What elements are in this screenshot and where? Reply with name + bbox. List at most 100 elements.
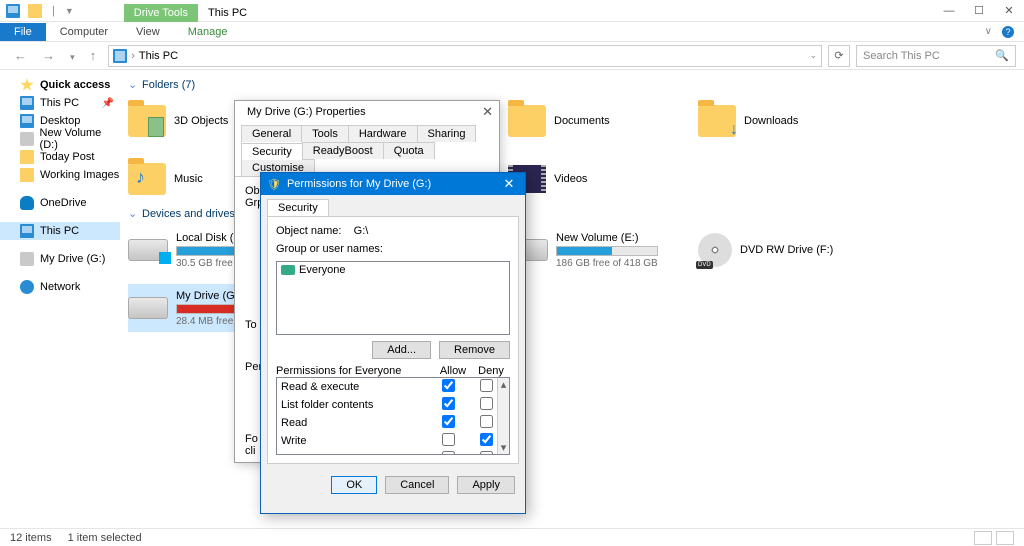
view-large-icons-button[interactable] — [996, 531, 1014, 545]
breadcrumb[interactable]: This PC — [139, 50, 178, 62]
deny-checkbox[interactable] — [480, 433, 493, 446]
chevron-right-icon[interactable]: › — [131, 50, 135, 62]
drive-icon — [128, 297, 168, 319]
remove-button[interactable]: Remove — [439, 341, 510, 359]
tab-security[interactable]: Security — [267, 199, 329, 216]
tab-file[interactable]: File — [0, 23, 46, 41]
navigation-pane: Quick access This PC📌 Desktop New Volume… — [0, 70, 120, 528]
maximize-button[interactable]: ☐ — [964, 0, 994, 22]
dialog-titlebar[interactable]: 🛡 Permissions for My Drive (G:) ✕ — [261, 173, 525, 195]
dvd-icon — [698, 233, 732, 267]
help-icon[interactable]: ? — [1002, 26, 1014, 38]
tab-tools[interactable]: Tools — [301, 125, 349, 142]
tab-quota[interactable]: Quota — [383, 142, 435, 159]
nav-this-pc[interactable]: This PC📌 — [0, 94, 120, 112]
close-icon[interactable]: ✕ — [482, 104, 493, 120]
desktop-icon — [20, 114, 34, 128]
nav-network[interactable]: Network — [0, 278, 120, 296]
address-bar-row: ← → ▾ ↑ › This PC ⌄ ⟳ Search This PC 🔍 — [0, 42, 1024, 70]
tab-manage[interactable]: Manage — [174, 23, 242, 41]
scroll-up-icon[interactable]: ▴ — [498, 378, 509, 391]
chevron-down-icon: ⌄ — [128, 78, 138, 91]
allow-checkbox[interactable] — [442, 433, 455, 446]
tab-computer[interactable]: Computer — [46, 23, 122, 41]
ribbon-expand-icon[interactable]: ∨ — [985, 26, 992, 37]
tab-readyboost[interactable]: ReadyBoost — [302, 142, 384, 159]
dialog-title: My Drive (G:) Properties — [247, 106, 366, 118]
window-title: This PC — [198, 4, 257, 22]
qat-dropdown-icon[interactable]: ▼ — [65, 6, 74, 16]
nav-this-pc-main[interactable]: This PC — [0, 222, 120, 240]
nav-quick-access[interactable]: Quick access — [0, 76, 120, 94]
permission-row: List folder contents — [277, 396, 509, 414]
drive-icon — [128, 239, 168, 261]
group-label: Group or user names: — [276, 243, 510, 255]
object-name-label: Object name: — [276, 225, 341, 237]
scroll-down-icon[interactable]: ▾ — [498, 441, 509, 454]
scrollbar[interactable]: ▴▾ — [497, 378, 509, 454]
close-button[interactable]: ✕ — [994, 0, 1024, 22]
ribbon: File Computer View Manage ∨ ? — [0, 22, 1024, 42]
refresh-button[interactable]: ⟳ — [828, 45, 850, 67]
app-icon — [6, 4, 20, 18]
permission-name: Read — [281, 417, 429, 429]
user-names-list[interactable]: Everyone — [276, 261, 510, 335]
deny-header: Deny — [472, 365, 510, 377]
star-icon — [20, 78, 34, 92]
dialog-title: Permissions for My Drive (G:) — [287, 178, 431, 190]
nav-new-volume-d[interactable]: New Volume (D:) — [0, 130, 120, 148]
deny-checkbox[interactable] — [480, 415, 493, 428]
deny-checkbox[interactable] — [480, 451, 493, 455]
allow-checkbox[interactable] — [442, 379, 455, 392]
minimize-button[interactable]: — — [934, 0, 964, 22]
qat-save-icon[interactable] — [28, 4, 42, 18]
address-bar[interactable]: › This PC ⌄ — [108, 45, 822, 67]
nav-working-images[interactable]: Working Images — [0, 166, 120, 184]
allow-checkbox[interactable] — [442, 415, 455, 428]
deny-checkbox[interactable] — [480, 397, 493, 410]
view-details-button[interactable] — [974, 531, 992, 545]
contextual-tab-drive-tools[interactable]: Drive Tools — [124, 4, 198, 22]
allow-checkbox[interactable] — [442, 397, 455, 410]
drive-e[interactable]: New Volume (E:)186 GB free of 418 GB — [508, 226, 698, 274]
nav-onedrive[interactable]: OneDrive — [0, 194, 120, 212]
cancel-button[interactable]: Cancel — [385, 476, 449, 494]
folder-videos[interactable]: Videos — [508, 155, 698, 203]
add-button[interactable]: Add... — [372, 341, 431, 359]
deny-checkbox[interactable] — [480, 379, 493, 392]
permission-name: Write — [281, 435, 429, 447]
folder-icon — [128, 163, 166, 195]
allow-checkbox[interactable] — [442, 451, 455, 455]
permission-name: List folder contents — [281, 399, 429, 411]
user-everyone[interactable]: Everyone — [281, 264, 505, 276]
nav-my-drive[interactable]: My Drive (G:) — [0, 250, 120, 268]
ok-button[interactable]: OK — [331, 476, 377, 494]
permissions-label: Permissions for Everyone — [276, 365, 434, 377]
folder-icon — [20, 150, 34, 164]
shield-icon: 🛡 — [267, 178, 281, 191]
back-button[interactable]: ← — [8, 48, 33, 63]
section-folders[interactable]: ⌄Folders (7) — [128, 78, 1016, 91]
status-item-count: 12 items — [10, 532, 52, 544]
tab-view[interactable]: View — [122, 23, 174, 41]
forward-button[interactable]: → — [36, 48, 61, 63]
folder-documents[interactable]: Documents — [508, 97, 698, 145]
tab-sharing[interactable]: Sharing — [417, 125, 477, 142]
address-dropdown-icon[interactable]: ⌄ — [809, 50, 817, 61]
folder-downloads[interactable]: Downloads — [698, 97, 888, 145]
chevron-down-icon: ⌄ — [128, 207, 138, 220]
recent-locations-button[interactable]: ▾ — [64, 52, 81, 62]
title-bar: | ▼ Drive Tools This PC — ☐ ✕ — [0, 0, 1024, 22]
close-icon[interactable]: ✕ — [499, 176, 519, 192]
folder-icon — [508, 105, 546, 137]
tab-general[interactable]: General — [241, 125, 302, 142]
people-icon — [281, 265, 295, 275]
permission-row: Write — [277, 432, 509, 450]
tab-hardware[interactable]: Hardware — [348, 125, 418, 142]
apply-button[interactable]: Apply — [457, 476, 515, 494]
tab-security[interactable]: Security — [241, 143, 303, 160]
up-button[interactable]: ↑ — [84, 48, 103, 63]
search-placeholder: Search This PC — [863, 50, 940, 62]
drive-f[interactable]: DVD RW Drive (F:) — [698, 226, 888, 274]
search-box[interactable]: Search This PC 🔍 — [856, 45, 1016, 67]
